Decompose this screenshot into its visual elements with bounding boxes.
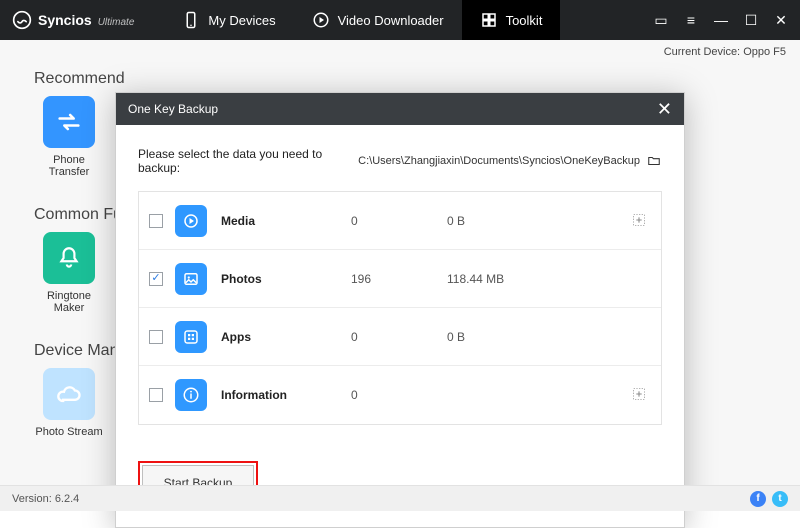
- tile-phone-transfer[interactable]: Phone Transfer: [34, 96, 104, 178]
- backup-row-photos: Photos196118.44 MB: [139, 250, 661, 308]
- backup-items-list: Media00 BPhotos196118.44 MBApps00 BInfor…: [138, 191, 662, 425]
- tile-photo-stream[interactable]: Photo Stream: [34, 368, 104, 438]
- dialog-prompt: Please select the data you need to backu…: [138, 147, 358, 175]
- transfer-icon: [43, 96, 95, 148]
- feedback-icon[interactable]: ▭: [654, 13, 668, 27]
- dialog-close-button[interactable]: ✕: [657, 99, 672, 120]
- row-count: 0: [351, 330, 447, 344]
- folder-icon: [646, 154, 662, 168]
- media-icon: [175, 205, 207, 237]
- row-size: 0 B: [447, 214, 631, 228]
- row-name: Photos: [221, 272, 351, 286]
- main-content: Current Device: Oppo F5 Recommend Phone …: [0, 40, 800, 485]
- backup-row-information: Information0: [139, 366, 661, 424]
- dialog-title: One Key Backup: [128, 102, 218, 116]
- version-number: 6.2.4: [55, 493, 79, 505]
- close-window-button[interactable]: ✕: [774, 13, 788, 27]
- bell-icon: [43, 232, 95, 284]
- tab-devices-label: My Devices: [208, 13, 275, 28]
- section-recommend: Recommend: [34, 70, 766, 88]
- tab-toolkit[interactable]: Toolkit: [462, 0, 561, 40]
- row-options-button[interactable]: [631, 212, 649, 230]
- row-count: 0: [351, 214, 447, 228]
- backup-path-text: C:\Users\Zhangjiaxin\Documents\Syncios\O…: [358, 155, 640, 167]
- status-bar: Version: 6.2.4 f t: [0, 485, 800, 511]
- row-name: Information: [221, 388, 351, 402]
- current-device: Current Device: Oppo F5: [664, 46, 786, 58]
- tile-ringtone-maker[interactable]: Ringtone Maker: [34, 232, 104, 314]
- photos-icon: [175, 263, 207, 295]
- nav-tabs: My Devices Video Downloader Toolkit: [164, 0, 560, 40]
- app-top-bar: Syncios Ultimate My Devices Video Downlo…: [0, 0, 800, 40]
- checkbox-information[interactable]: [149, 388, 163, 402]
- app-logo: Syncios Ultimate: [12, 10, 134, 30]
- tab-toolkit-label: Toolkit: [506, 13, 543, 28]
- backup-row-apps: Apps00 B: [139, 308, 661, 366]
- row-count: 0: [351, 388, 447, 402]
- menu-icon[interactable]: ≡: [684, 13, 698, 27]
- facebook-icon[interactable]: f: [750, 491, 766, 507]
- tab-downloader-label: Video Downloader: [338, 13, 444, 28]
- app-edition: Ultimate: [98, 17, 135, 28]
- tab-my-devices[interactable]: My Devices: [164, 0, 293, 40]
- minimize-button[interactable]: —: [714, 13, 728, 27]
- row-count: 196: [351, 272, 447, 286]
- checkbox-media[interactable]: [149, 214, 163, 228]
- version-label: Version:: [12, 493, 52, 505]
- backup-path[interactable]: C:\Users\Zhangjiaxin\Documents\Syncios\O…: [358, 154, 662, 168]
- information-icon: [175, 379, 207, 411]
- cloud-icon: [43, 368, 95, 420]
- apps-icon: [175, 321, 207, 353]
- row-name: Apps: [221, 330, 351, 344]
- row-name: Media: [221, 214, 351, 228]
- row-options-button[interactable]: [631, 386, 649, 404]
- app-name: Syncios: [38, 12, 92, 28]
- row-size: 0 B: [447, 330, 631, 344]
- phone-icon: [182, 11, 200, 29]
- grid-icon: [480, 11, 498, 29]
- maximize-button[interactable]: ☐: [744, 13, 758, 27]
- twitter-icon[interactable]: t: [772, 491, 788, 507]
- tab-video-downloader[interactable]: Video Downloader: [294, 0, 462, 40]
- dialog-header: One Key Backup ✕: [116, 93, 684, 125]
- backup-row-media: Media00 B: [139, 192, 661, 250]
- row-size: 118.44 MB: [447, 272, 631, 286]
- checkbox-photos[interactable]: [149, 272, 163, 286]
- checkbox-apps[interactable]: [149, 330, 163, 344]
- play-circle-icon: [312, 11, 330, 29]
- one-key-backup-dialog: One Key Backup ✕ Please select the data …: [115, 92, 685, 528]
- syncios-logo-icon: [12, 10, 32, 30]
- window-controls: ▭ ≡ — ☐ ✕: [654, 13, 794, 27]
